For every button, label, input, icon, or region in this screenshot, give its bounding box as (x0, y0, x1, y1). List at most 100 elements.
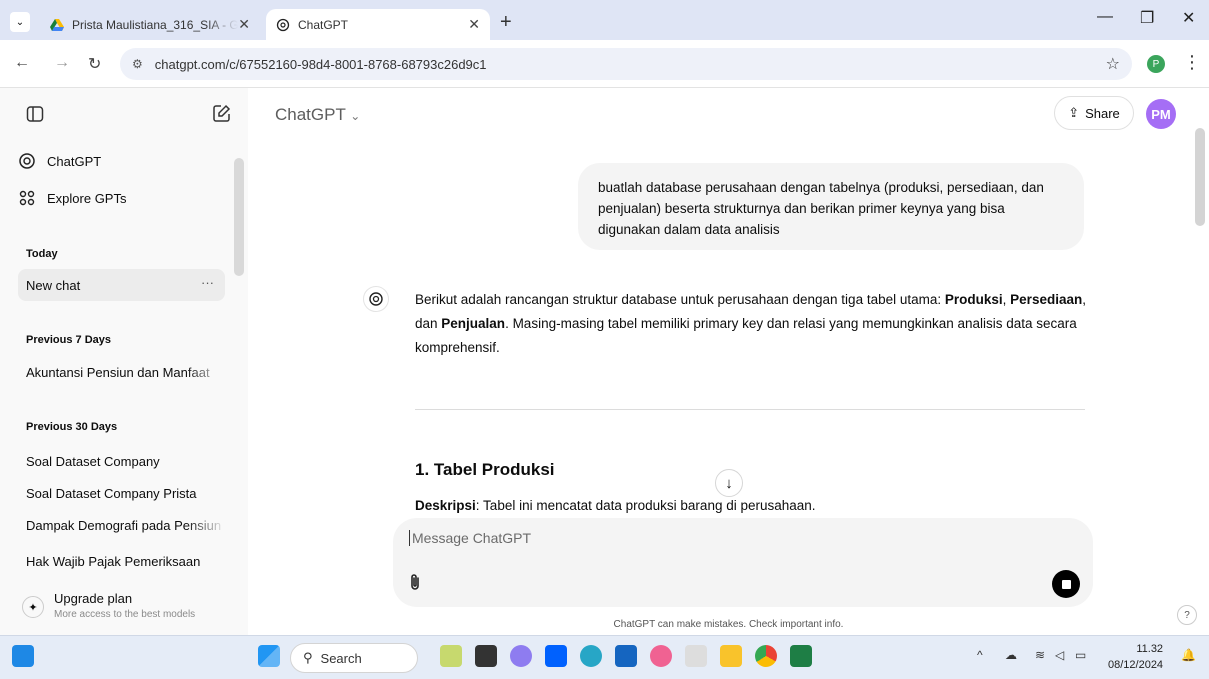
amazon-icon[interactable] (685, 645, 707, 667)
copilot-icon[interactable] (510, 645, 532, 667)
share-button[interactable]: ⇪ Share (1054, 96, 1134, 130)
wifi-icon[interactable]: ≋ (1035, 648, 1045, 662)
message-input[interactable] (409, 530, 1009, 546)
chat-item[interactable]: Dampak Demografi pada Pensiun (26, 518, 226, 533)
share-upload-icon: ⇪ (1068, 105, 1080, 120)
chat-item[interactable]: Hak Wajib Pajak Pemeriksaan (26, 554, 226, 569)
section-heading-previous-7-days: Previous 7 Days (26, 334, 111, 346)
close-icon[interactable]: ✕ (468, 16, 480, 33)
section-heading-previous-30-days: Previous 30 Days (26, 421, 118, 433)
sidebar-item-explore-gpts[interactable]: Explore GPTs (18, 189, 126, 207)
address-bar: ← → ↻ ⚙ chatgpt.com/c/67552160-98d4-8001… (0, 40, 1209, 88)
clock-time: 11.32 (1136, 643, 1164, 655)
sidebar-item-chatgpt[interactable]: ChatGPT (18, 152, 101, 170)
response-text: , (1002, 292, 1007, 307)
message-composer (393, 518, 1093, 607)
volume-icon[interactable]: ◁ (1055, 648, 1064, 662)
response-bold: Produksi (944, 292, 1003, 307)
upgrade-plan-button[interactable]: ✦ Upgrade plan More access to the best m… (18, 588, 233, 628)
user-message: buatlah database perusahaan dengan tabel… (578, 163, 1084, 250)
chat-main: ChatGPT ⌄ ⇪ Share PM buatlah database pe… (248, 88, 1209, 635)
tray-chevron-up-icon[interactable]: ^ (977, 648, 983, 662)
tray-app-icon[interactable]: ☁ (1005, 648, 1017, 662)
url-text: chatgpt.com/c/67552160-98d4-8001-8768-68… (154, 56, 487, 72)
chat-item-new-chat[interactable]: New chat ··· (18, 269, 225, 301)
divider (415, 409, 1085, 410)
user-avatar[interactable]: PM (1146, 99, 1176, 129)
stop-icon (1061, 579, 1071, 589)
stop-generating-button[interactable] (1052, 570, 1080, 598)
sidebar-scrollbar[interactable] (233, 158, 245, 278)
forward-arrow-icon[interactable]: → (54, 54, 70, 72)
model-name: ChatGPT (275, 105, 346, 124)
assistant-avatar (363, 286, 389, 312)
battery-icon[interactable]: ▭ (1075, 648, 1086, 662)
sidebar-item-label: Explore GPTs (47, 190, 127, 206)
chat-item[interactable]: Soal Dataset Company (26, 454, 226, 469)
windows-start-icon[interactable] (258, 645, 280, 667)
tab-chatgpt[interactable]: ChatGPT ✕ (266, 9, 490, 40)
response-text: . Masing-masing tabel memiliki primary k… (415, 316, 1077, 355)
taskbar-search[interactable]: ⚲ Search (290, 643, 418, 673)
assistant-response-intro: Berikut adalah rancangan struktur databa… (415, 288, 1095, 360)
arrow-down-icon: ↓ (725, 474, 733, 492)
response-bold: Penjualan (441, 316, 506, 331)
description-text: : Tabel ini mencatat data produksi baran… (475, 498, 816, 513)
chat-item[interactable]: Akuntansi Pensiun dan Manfaat (26, 365, 226, 380)
chevron-down-icon: ⌄ (350, 109, 361, 123)
pinned-app-icon[interactable] (440, 645, 462, 667)
description-label: Deskripsi (415, 498, 476, 513)
browser-menu-icon[interactable]: ⋮ (1183, 52, 1201, 73)
upgrade-sparkle-icon: ✦ (22, 596, 44, 618)
chat-item[interactable]: Soal Dataset Company Prista (26, 486, 226, 501)
notification-bell-icon[interactable]: 🔔 (1181, 648, 1196, 662)
openai-logo-icon (369, 292, 383, 306)
site-info-icon[interactable]: ⚙ (132, 57, 143, 71)
search-label: Search (320, 650, 362, 666)
model-selector[interactable]: ChatGPT ⌄ (275, 105, 360, 125)
url-field[interactable]: ⚙ chatgpt.com/c/67552160-98d4-8001-8768-… (120, 48, 1132, 80)
response-text: Berikut adalah rancangan struktur databa… (415, 292, 945, 307)
response-bold: Persediaan (1010, 292, 1083, 307)
grid-icon (19, 190, 35, 206)
pinned-app-icon[interactable] (650, 645, 672, 667)
system-clock[interactable]: 11.32 08/12/2024 (1108, 641, 1163, 673)
widgets-icon[interactable] (12, 645, 34, 667)
restore-icon[interactable]: ❐ (1140, 8, 1154, 28)
attach-paperclip-icon[interactable] (409, 573, 421, 596)
browser-profile-avatar[interactable]: P (1147, 55, 1165, 73)
excel-icon[interactable] (790, 645, 812, 667)
sidebar-item-label: ChatGPT (47, 153, 102, 169)
table-description: Deskripsi: Tabel ini mencatat data produ… (415, 498, 816, 513)
store-icon[interactable] (615, 645, 637, 667)
tab-google-drive[interactable]: Prista Maulistiana_316_SIA - Go ✕ (40, 9, 260, 40)
section-heading-today: Today (26, 248, 58, 260)
close-icon[interactable]: ✕ (238, 16, 250, 33)
dropbox-icon[interactable] (545, 645, 567, 667)
task-view-icon[interactable] (475, 645, 497, 667)
more-options-icon[interactable]: ··· (201, 275, 214, 290)
chat-item-label: New chat (26, 278, 81, 293)
edge-icon[interactable] (580, 645, 602, 667)
file-explorer-icon[interactable] (720, 645, 742, 667)
tab-title: Prista Maulistiana_316_SIA - Go (72, 17, 239, 32)
new-tab-plus-icon[interactable]: + (500, 11, 512, 34)
paperclip-icon (411, 574, 419, 590)
chrome-icon[interactable] (755, 645, 777, 667)
tab-search-chevron-icon[interactable]: ⌄ (10, 12, 30, 32)
minimize-icon[interactable]: — (1097, 8, 1113, 26)
upgrade-title: Upgrade plan (54, 591, 133, 606)
scroll-to-bottom-button[interactable]: ↓ (715, 469, 743, 497)
disclaimer-text: ChatGPT can make mistakes. Check importa… (613, 619, 844, 630)
help-button[interactable]: ? (1177, 605, 1197, 625)
sidebar-toggle-icon[interactable] (26, 105, 44, 123)
reload-icon[interactable]: ↻ (88, 54, 101, 74)
main-scrollbar[interactable] (1195, 128, 1207, 228)
share-label: Share (1085, 105, 1120, 121)
windows-taskbar: ⚲ Search ^ ☁ ≋ ◁ ▭ 11.32 08/12/2024 🔔 (0, 635, 1209, 679)
new-chat-pencil-icon[interactable] (212, 104, 231, 123)
close-window-icon[interactable]: ✕ (1182, 8, 1195, 28)
bookmark-star-icon[interactable]: ☆ (1106, 54, 1120, 74)
openai-logo-icon (19, 153, 35, 169)
back-arrow-icon[interactable]: ← (14, 54, 30, 72)
